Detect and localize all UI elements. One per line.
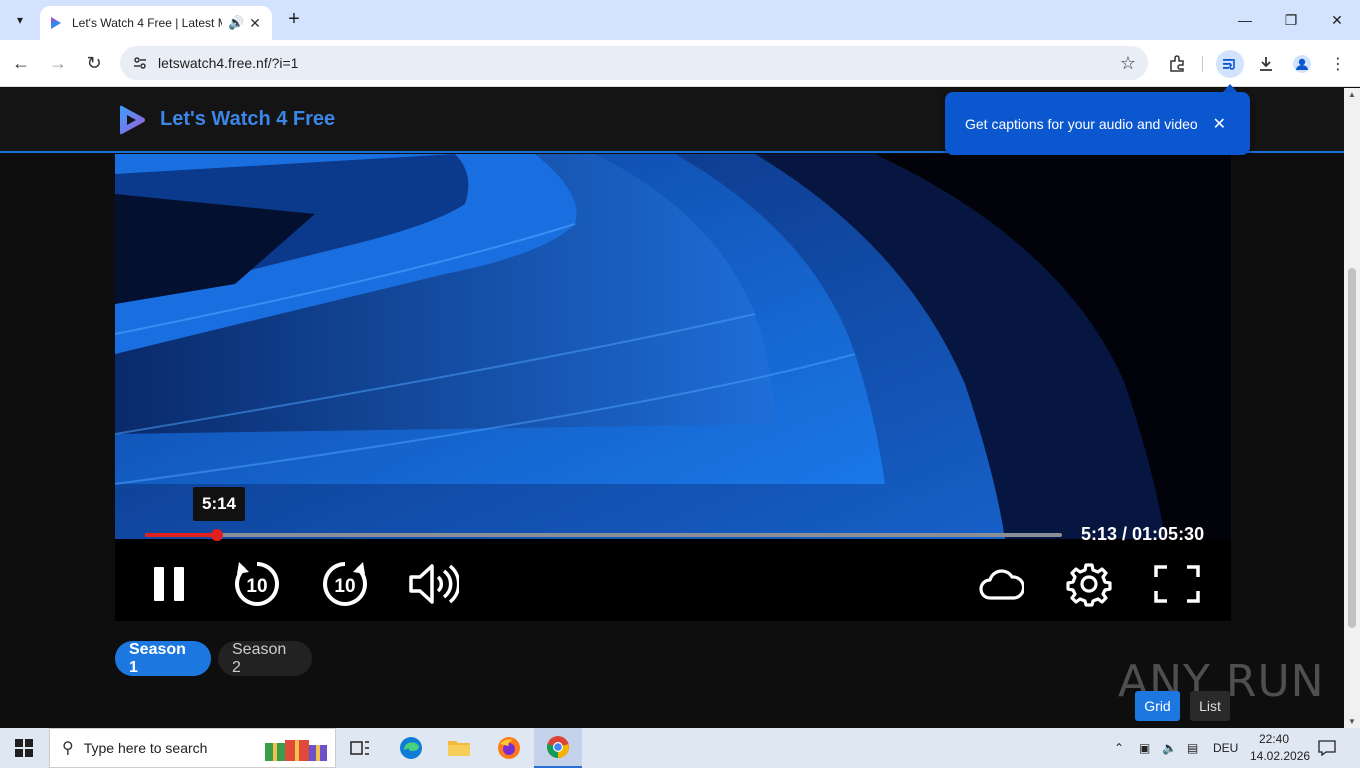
search-placeholder: Type here to search <box>83 740 208 756</box>
scroll-down-arrow-icon[interactable]: ▼ <box>1348 717 1356 726</box>
pause-button[interactable] <box>143 558 195 610</box>
language-indicator[interactable]: DEU <box>1213 728 1238 768</box>
video-player[interactable]: 5:14 5:13 / 01:05:30 10 10 <box>115 154 1231 621</box>
firefox-icon <box>498 737 520 759</box>
network-icon: ▤ <box>1187 741 1199 755</box>
chevron-down-icon: ▾ <box>16 13 24 27</box>
close-popup-icon[interactable]: ✕ <box>1213 114 1226 134</box>
seek-bar[interactable] <box>145 529 1062 541</box>
forward-seconds-label: 10 <box>334 576 355 597</box>
volume-tray-button[interactable]: 🔈 <box>1162 728 1177 768</box>
speaker-tray-icon: 🔈 <box>1162 741 1177 755</box>
clock-date: 14.02.2026 <box>1250 749 1311 763</box>
download-icon[interactable] <box>1252 50 1280 78</box>
forward-10-button[interactable]: 10 <box>319 558 371 610</box>
back-button[interactable]: ← <box>8 50 34 76</box>
seek-bar-progress <box>145 533 217 537</box>
volume-icon <box>409 564 459 604</box>
browser-tab[interactable]: Let's Watch 4 Free | Latest M 🔊 ✕ <box>40 6 272 40</box>
list-view-button[interactable]: List <box>1190 691 1230 721</box>
extensions-icon[interactable] <box>1163 50 1191 78</box>
grid-view-button[interactable]: Grid <box>1135 691 1180 721</box>
gifts-icon <box>265 740 327 761</box>
taskbar-clock[interactable]: 22:40 14.02.2026 <box>1250 731 1311 765</box>
rewind-icon: 10 <box>235 562 279 606</box>
site-favicon-icon <box>51 17 61 29</box>
live-caption-popup: Get captions for your audio and video ✕ <box>945 92 1250 155</box>
season-2-button[interactable]: Season 2 <box>218 641 312 676</box>
url-text: letswatch4.free.nf/?i=1 <box>158 55 299 71</box>
chrome-taskbar-button[interactable] <box>534 728 582 768</box>
cloud-icon <box>979 569 1024 600</box>
edge-icon <box>400 737 422 759</box>
show-hidden-icons-button[interactable]: ⌃ <box>1114 728 1124 768</box>
rewind-seconds-label: 10 <box>246 576 267 597</box>
restore-button[interactable]: ❐ <box>1268 0 1314 40</box>
cloud-button[interactable] <box>975 558 1027 610</box>
time-display: 5:13 / 01:05:30 <box>1081 524 1205 544</box>
seek-tooltip: 5:14 <box>193 487 245 521</box>
site-logo-icon[interactable] <box>116 104 148 136</box>
camera-icon: ▣ <box>1139 741 1151 755</box>
caption-popup-text: Get captions for your audio and video <box>965 115 1198 132</box>
season-1-button[interactable]: Season 1 <box>115 641 211 676</box>
taskbar-search-input[interactable]: ⚲ Type here to search <box>49 728 336 768</box>
close-window-button[interactable]: ✕ <box>1314 0 1360 40</box>
bookmark-star-icon[interactable]: ☆ <box>1120 53 1136 74</box>
settings-button[interactable] <box>1063 558 1115 610</box>
new-tab-button[interactable]: + <box>282 8 306 32</box>
chevron-up-icon: ⌃ <box>1114 741 1125 755</box>
network-tray-button[interactable]: ▤ <box>1187 728 1198 768</box>
gear-icon <box>1066 563 1112 607</box>
task-view-button[interactable] <box>336 728 384 768</box>
tab-title: Let's Watch 4 Free | Latest M <box>72 16 222 30</box>
clock-time: 22:40 <box>1258 732 1290 746</box>
speaker-icon[interactable]: 🔊 <box>228 15 244 31</box>
start-button[interactable] <box>0 728 48 768</box>
notifications-button[interactable] <box>1318 728 1336 768</box>
fullscreen-button[interactable] <box>1151 558 1203 610</box>
tab-search-button[interactable]: ▾ <box>8 8 32 32</box>
volume-button[interactable] <box>407 558 459 610</box>
tab-strip: ▾ Let's Watch 4 Free | Latest M 🔊 ✕ + — … <box>0 0 1360 40</box>
scroll-up-arrow-icon[interactable]: ▲ <box>1348 90 1356 99</box>
address-bar[interactable]: letswatch4.free.nf/?i=1 ☆ <box>120 46 1148 80</box>
folder-icon <box>448 741 470 756</box>
pause-icon <box>154 567 184 601</box>
menu-kebab-icon[interactable]: ⋮ <box>1324 50 1352 78</box>
site-title[interactable]: Let's Watch 4 Free <box>160 108 335 131</box>
fast-forward-icon: 10 <box>323 562 367 606</box>
edge-taskbar-button[interactable] <box>387 728 435 768</box>
minimize-button[interactable]: — <box>1222 0 1268 40</box>
close-tab-icon[interactable]: ✕ <box>246 15 264 32</box>
file-explorer-taskbar-button[interactable] <box>435 728 483 768</box>
browser-toolbar: ← → ↻ letswatch4.free.nf/?i=1 ☆ ⋮ <box>0 40 1360 87</box>
toolbar-separator <box>1202 56 1203 72</box>
windows-taskbar: ⚲ Type here to search ⌃ ▣ 🔈 ▤ DEU 22:40 … <box>0 728 1360 768</box>
notification-icon <box>1318 740 1336 756</box>
forward-button[interactable]: → <box>45 50 71 76</box>
site-info-icon[interactable] <box>132 55 148 71</box>
live-caption-icon[interactable] <box>1216 50 1244 78</box>
page-scrollbar[interactable]: ▲ ▼ <box>1344 88 1360 728</box>
task-view-icon <box>350 741 369 755</box>
rewind-10-button[interactable]: 10 <box>231 558 283 610</box>
search-icon: ⚲ <box>62 740 74 757</box>
scrollbar-thumb[interactable] <box>1348 268 1356 628</box>
windows-logo-icon <box>15 739 33 757</box>
firefox-taskbar-button[interactable] <box>485 728 533 768</box>
fullscreen-icon <box>1154 565 1200 603</box>
reload-button[interactable]: ↻ <box>81 50 107 76</box>
web-page: Let's Watch 4 Free 5:14 5:13 / 01:05:30 … <box>0 88 1344 728</box>
meet-now-button[interactable]: ▣ <box>1139 728 1150 768</box>
profile-avatar-icon[interactable] <box>1288 50 1316 78</box>
seek-bar-thumb[interactable] <box>210 529 223 541</box>
chrome-icon <box>547 736 569 758</box>
